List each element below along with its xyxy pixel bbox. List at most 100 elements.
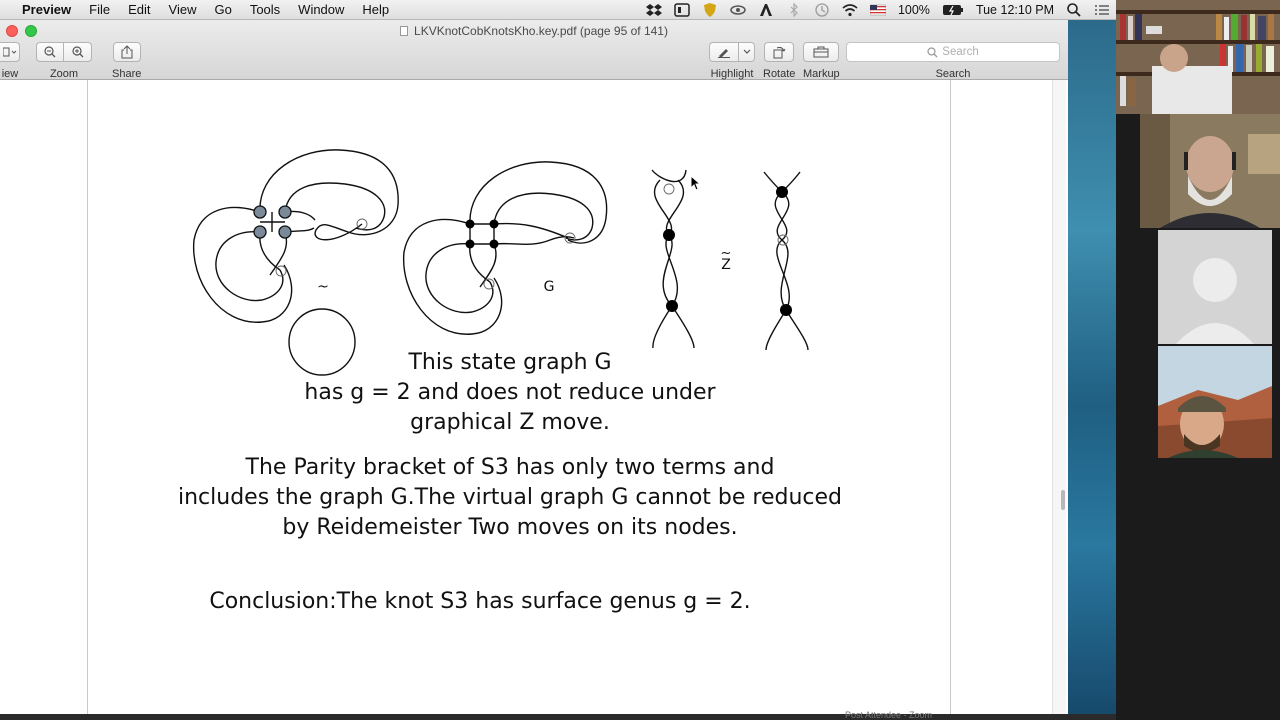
menu-help[interactable]: Help — [353, 0, 398, 20]
highlight-button-group: Highlight — [709, 42, 755, 80]
search-group: Search Search — [846, 42, 1060, 80]
graph-node — [776, 186, 788, 198]
z-equivalence-label: Z — [721, 257, 731, 273]
virtual-crossing-icon — [663, 183, 675, 195]
video-tile-3[interactable] — [1158, 230, 1272, 344]
app-badge-icon[interactable] — [674, 2, 690, 17]
window-titlebar: LKVKnotCobKnotsKho.key.pdf (page 95 of 1… — [0, 20, 1068, 80]
battery-icon[interactable] — [942, 3, 964, 17]
text-line: includes the graph G.The virtual graph G… — [177, 485, 842, 510]
adobe-icon[interactable] — [758, 3, 774, 17]
document-title: LKVKnotCobKnotsKho.key.pdf (page 95 of 1… — [0, 24, 1068, 38]
state-graph-G — [402, 161, 608, 335]
graph-G-label: G — [544, 279, 555, 295]
video-tile-2[interactable] — [1140, 114, 1280, 228]
rotate-button[interactable] — [764, 42, 795, 62]
participant-video-outdoor — [1158, 346, 1272, 458]
graph-node — [489, 239, 499, 249]
dropbox-icon[interactable] — [645, 3, 662, 17]
desktop-wallpaper — [1068, 20, 1116, 720]
text-line: has g = 2 and does not reduce under — [304, 380, 716, 405]
menu-window[interactable]: Window — [289, 0, 353, 20]
scrollbar-thumb[interactable] — [1061, 490, 1065, 510]
chevron-down-icon — [743, 49, 750, 54]
dock-strip: Post Attendee - Zoom — [0, 710, 1116, 720]
document-view[interactable]: ~ G ~ Z This state graph G has g = 2 and… — [0, 80, 1068, 714]
time-machine-icon[interactable] — [814, 2, 830, 17]
preview-window: LKVKnotCobKnotsKho.key.pdf (page 95 of 1… — [0, 20, 1068, 714]
twist-diagram-left — [651, 169, 695, 349]
participant-video-speaker — [1140, 114, 1280, 228]
share-label: Share — [112, 68, 142, 80]
notification-center-icon[interactable] — [1094, 3, 1110, 17]
video-tile-4[interactable] — [1158, 346, 1272, 458]
text-line: by Reidemeister Two moves on its nodes. — [282, 515, 738, 540]
conclusion-text: Conclusion:The knot S3 has surface genus… — [209, 589, 751, 614]
highlighter-icon — [718, 49, 730, 58]
text-line: The Parity bracket of S3 has only two te… — [245, 455, 775, 480]
search-input[interactable]: Search — [846, 42, 1060, 62]
zoom-button-group: Zoom — [36, 42, 92, 80]
video-tile-1[interactable] — [1116, 0, 1280, 114]
dock-hint-text[interactable]: Post Attendee - Zoom — [845, 710, 932, 720]
graph-node — [278, 225, 292, 239]
clock[interactable]: Tue 12:10 PM — [970, 3, 1060, 17]
battery-percent: 100% — [897, 2, 930, 17]
twist-diagram-right — [763, 171, 809, 351]
wifi-icon[interactable] — [842, 3, 858, 17]
graph-node — [253, 225, 267, 239]
rotate-icon — [773, 46, 786, 59]
markup-button[interactable] — [803, 42, 840, 62]
graph-node — [780, 304, 792, 316]
mouse-cursor-icon — [690, 175, 702, 191]
search-icon — [927, 46, 938, 57]
graph-node — [666, 300, 678, 312]
pdf-file-icon — [400, 26, 409, 36]
eye-icon[interactable] — [730, 3, 746, 17]
highlight-label: Highlight — [710, 68, 754, 80]
zoom-label: Zoom — [49, 68, 79, 80]
graph-node — [489, 219, 499, 229]
menubar-status-area: 100% Tue 12:10 PM — [640, 0, 1116, 20]
shield-icon[interactable] — [702, 2, 718, 17]
menu-file[interactable]: File — [80, 0, 119, 20]
vertical-scrollbar[interactable] — [1052, 80, 1066, 714]
search-label: Search — [935, 68, 971, 80]
graph-node — [253, 205, 267, 219]
menu-go[interactable]: Go — [205, 0, 240, 20]
bluetooth-icon[interactable] — [786, 2, 802, 17]
graph-node — [278, 205, 292, 219]
view-menu-button[interactable] — [0, 42, 20, 62]
menu-app[interactable]: Preview — [10, 0, 80, 20]
zoom-video-panel — [1116, 0, 1280, 720]
us-flag-icon[interactable] — [869, 3, 887, 17]
graph-node — [663, 229, 675, 241]
text-line: This state graph G — [408, 350, 612, 375]
share-icon — [121, 45, 133, 59]
menu-view[interactable]: View — [160, 0, 206, 20]
markup-label: Markup — [803, 68, 840, 80]
graph-node — [465, 219, 475, 229]
highlight-button[interactable] — [709, 42, 739, 62]
rotate-button-group: Rotate — [763, 42, 795, 80]
zoom-out-button[interactable] — [36, 42, 64, 62]
equivalence-label: ~ — [317, 279, 329, 295]
spotlight-search-icon[interactable] — [1066, 2, 1082, 17]
menu-tools[interactable]: Tools — [241, 0, 289, 20]
view-button-group: iew — [0, 42, 20, 80]
text-line: graphical Z move. — [410, 410, 610, 435]
zoom-in-button[interactable] — [64, 42, 92, 62]
graph-node — [465, 239, 475, 249]
view-label: iew — [1, 68, 19, 80]
highlight-options-button[interactable] — [739, 42, 755, 62]
document-title-text: LKVKnotCobKnotsKho.key.pdf (page 95 of 1… — [414, 24, 668, 38]
share-button[interactable] — [112, 42, 141, 62]
state-graph-paragraph: This state graph G has g = 2 and does no… — [240, 348, 780, 438]
participant-video-bookshelf — [1116, 0, 1280, 114]
toolbox-icon — [813, 46, 829, 58]
knot-diagram-1 — [192, 149, 399, 323]
menu-edit[interactable]: Edit — [119, 0, 159, 20]
avatar-placeholder-icon — [1158, 230, 1272, 344]
search-placeholder: Search — [942, 46, 979, 58]
menubar: Preview File Edit View Go Tools Window H… — [0, 0, 1116, 20]
